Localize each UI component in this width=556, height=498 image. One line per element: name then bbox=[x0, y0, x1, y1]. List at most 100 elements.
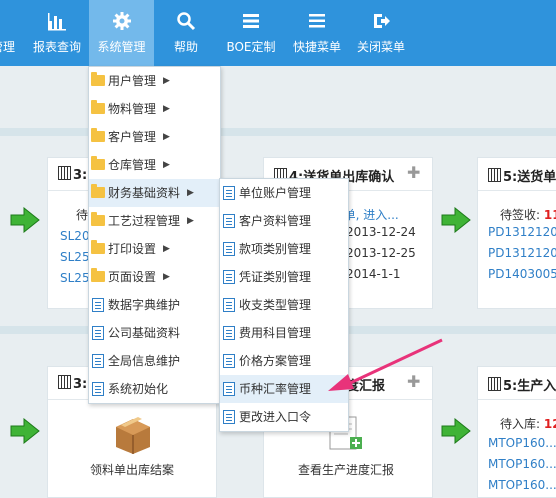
top-nav-bar: 管理 报表查询 系统管理 帮助 BOE定制 快捷菜单 关闭菜单 bbox=[0, 0, 556, 66]
submenu-item-income-expense-type[interactable]: 收支类型管理 bbox=[220, 291, 348, 319]
menu-item-label: 收支类型管理 bbox=[239, 298, 312, 312]
menu-item-customer-management[interactable]: 客户管理 ▶ bbox=[89, 123, 220, 151]
order-link[interactable]: SL20 bbox=[60, 229, 90, 243]
nav-item-system-management[interactable]: 系统管理 bbox=[89, 0, 154, 66]
menu-item-label: 公司基础资料 bbox=[108, 326, 181, 340]
date-text: 2013-12-24 bbox=[346, 225, 416, 239]
workflow-card-5-row2[interactable]: 5:生产入 待入库: 12 MTOP160... MTOP160... MTOP… bbox=[477, 366, 556, 498]
menu-item-label: 打印设置 bbox=[108, 242, 157, 256]
folder-icon bbox=[91, 240, 105, 254]
document-icon bbox=[92, 354, 104, 368]
chevron-right-icon: ▶ bbox=[163, 272, 170, 282]
submenu-item-unit-account[interactable]: 单位账户管理 bbox=[220, 179, 348, 207]
nav-label: 报表查询 bbox=[32, 40, 81, 54]
folder-icon bbox=[91, 184, 105, 198]
menu-item-label: 工艺过程管理 bbox=[108, 214, 181, 228]
document-icon bbox=[223, 270, 235, 284]
order-link[interactable]: SL25 bbox=[60, 250, 90, 264]
menu-item-warehouse-management[interactable]: 仓库管理 ▶ bbox=[89, 151, 220, 179]
order-link[interactable]: MTOP160... bbox=[488, 436, 556, 450]
menu-item-user-management[interactable]: 用户管理 ▶ bbox=[89, 67, 220, 95]
menu-item-material-management[interactable]: 物料管理 ▶ bbox=[89, 95, 220, 123]
calculator-icon bbox=[58, 375, 71, 389]
chevron-right-icon: ▶ bbox=[187, 188, 194, 198]
nav-item-help[interactable]: 帮助 bbox=[164, 0, 208, 66]
nav-item-report-query[interactable]: 报表查询 bbox=[28, 0, 86, 66]
document-icon bbox=[223, 186, 235, 200]
gear-icon bbox=[112, 12, 131, 30]
nav-item-boe-custom[interactable]: BOE定制 bbox=[221, 0, 281, 66]
menu-item-label: 款项类别管理 bbox=[239, 242, 312, 256]
menu-item-data-dictionary[interactable]: 数据字典维护 bbox=[89, 291, 220, 319]
menu-item-label: 数据字典维护 bbox=[108, 298, 181, 312]
nav-label: 帮助 bbox=[173, 40, 198, 54]
document-icon bbox=[223, 298, 235, 312]
flow-arrow-icon bbox=[10, 418, 40, 444]
order-link[interactable]: PD1312120 bbox=[488, 246, 556, 260]
order-link[interactable]: SL25 bbox=[60, 271, 90, 285]
menu-item-print-settings[interactable]: 打印设置 ▶ bbox=[89, 235, 220, 263]
menu-item-label: 页面设置 bbox=[108, 270, 157, 284]
search-icon bbox=[177, 12, 196, 31]
menu-item-company-basic-data[interactable]: 公司基础资料 bbox=[89, 319, 220, 347]
nav-label: BOE定制 bbox=[226, 40, 276, 54]
card-caption: 领料单出库结案 bbox=[90, 463, 175, 477]
pending-label: 待入库: 12 bbox=[500, 415, 556, 432]
menu-item-page-settings[interactable]: 页面设置 ▶ bbox=[89, 263, 220, 291]
nav-label: 管理 bbox=[0, 40, 15, 54]
submenu-item-voucher-category[interactable]: 凭证类别管理 bbox=[220, 263, 348, 291]
submenu-item-customer-data[interactable]: 客户资料管理 bbox=[220, 207, 348, 235]
pending-count: 11 bbox=[543, 208, 556, 222]
order-link[interactable]: PD1312120 bbox=[488, 225, 556, 239]
menu-item-label: 用户管理 bbox=[108, 74, 157, 88]
flow-arrow-icon bbox=[441, 418, 471, 444]
card-title: 5:送货单 bbox=[488, 166, 556, 185]
nav-label: 关闭菜单 bbox=[356, 40, 405, 54]
order-link[interactable]: MTOP160... bbox=[488, 457, 556, 471]
menu-item-global-info[interactable]: 全局信息维护 bbox=[89, 347, 220, 375]
card-title-text: 5:生产入 bbox=[503, 379, 556, 394]
chevron-right-icon: ▶ bbox=[163, 104, 170, 114]
plus-icon[interactable]: ✚ bbox=[407, 163, 420, 182]
menu-item-label: 系统初始化 bbox=[108, 382, 169, 396]
menu-item-label: 物料管理 bbox=[108, 102, 157, 116]
card-title-text: 3: bbox=[73, 377, 88, 392]
folder-icon bbox=[91, 268, 105, 282]
nav-label: 快捷菜单 bbox=[292, 40, 341, 54]
menu-item-finance-basic-data[interactable]: 财务基础资料 ▶ bbox=[89, 179, 220, 207]
order-link[interactable]: MTOP160... bbox=[488, 478, 556, 492]
flow-arrow-icon bbox=[441, 207, 471, 233]
flow-arrow-icon bbox=[10, 207, 40, 233]
menu-item-label: 费用科目管理 bbox=[239, 326, 312, 340]
folder-icon bbox=[91, 72, 105, 86]
menu-item-label: 财务基础资料 bbox=[108, 186, 181, 200]
menu-item-label: 价格方案管理 bbox=[239, 354, 312, 368]
card-caption: 查看生产进度汇报 bbox=[298, 463, 395, 477]
card-title: 5:生产入 bbox=[488, 375, 556, 394]
nav-item-quick-menu[interactable]: 快捷菜单 bbox=[287, 0, 347, 66]
menu-item-label: 更改进入口令 bbox=[239, 410, 312, 424]
menu-item-label: 币种汇率管理 bbox=[239, 382, 312, 396]
menu-item-label: 全局信息维护 bbox=[108, 354, 181, 368]
card-title: 3: bbox=[58, 375, 87, 392]
nav-item-management[interactable]: 管理 bbox=[0, 0, 20, 66]
menu-item-process-management[interactable]: 工艺过程管理 ▶ bbox=[89, 207, 220, 235]
document-icon bbox=[92, 298, 104, 312]
workflow-card-5[interactable]: 5:送货单 待签收: 11 PD1312120 PD1312120 PD1403… bbox=[477, 157, 556, 309]
folder-icon bbox=[91, 128, 105, 142]
nav-item-close-menu[interactable]: 关闭菜单 bbox=[351, 0, 411, 66]
chevron-right-icon: ▶ bbox=[187, 216, 194, 226]
menu-item-label: 仓库管理 bbox=[108, 158, 157, 172]
bar-chart-icon bbox=[48, 13, 66, 31]
calculator-icon bbox=[488, 168, 501, 182]
submenu-item-change-password[interactable]: 更改进入口令 bbox=[220, 403, 348, 431]
submenu-item-payment-category[interactable]: 款项类别管理 bbox=[220, 235, 348, 263]
document-icon bbox=[223, 410, 235, 424]
system-management-menu: 用户管理 ▶ 物料管理 ▶ 客户管理 ▶ 仓库管理 ▶ 财务基础资料 ▶ 工艺过程管理 ▶ … bbox=[88, 66, 221, 404]
order-link[interactable]: PD1403005 bbox=[488, 267, 556, 281]
menu-item-label: 凭证类别管理 bbox=[239, 270, 312, 284]
list-icon bbox=[243, 14, 259, 28]
document-icon bbox=[223, 326, 235, 340]
document-icon bbox=[223, 382, 235, 396]
menu-item-system-init[interactable]: 系统初始化 bbox=[89, 375, 220, 403]
